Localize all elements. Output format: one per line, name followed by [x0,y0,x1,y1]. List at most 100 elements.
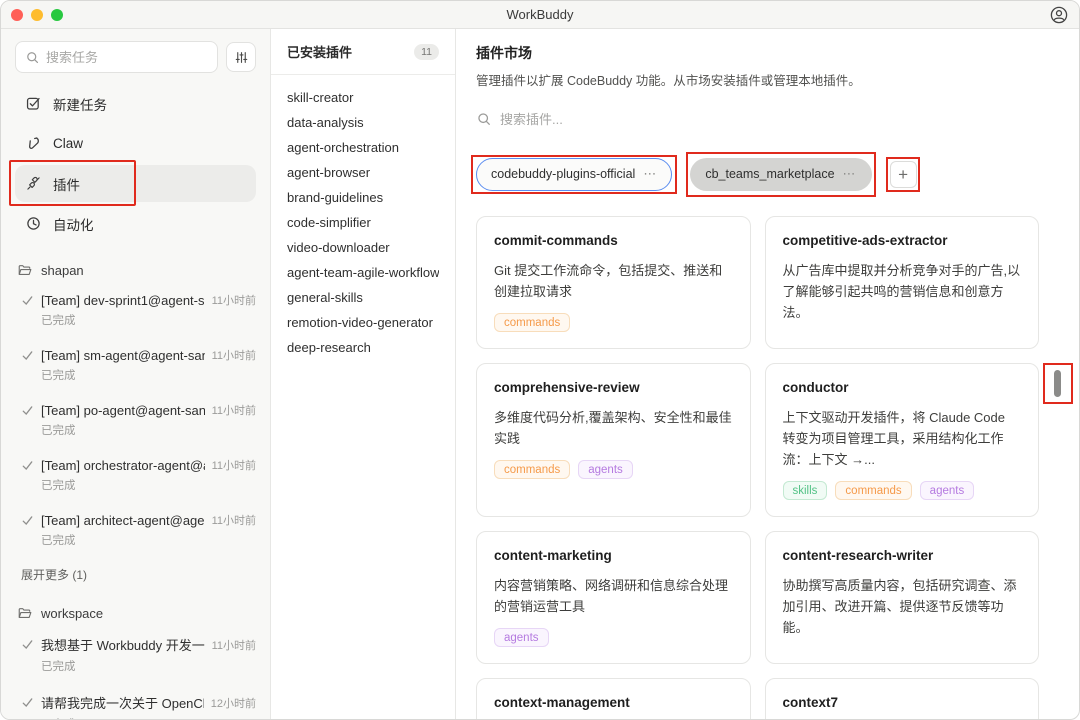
traffic-lights [11,9,63,21]
plugin-card-name: context7 [783,695,1022,710]
more-icon[interactable]: ⋯ [843,166,857,182]
plugin-card[interactable]: comprehensive-review 多维度代码分析,覆盖架构、安全性和最佳… [476,363,751,517]
task-status: 已完成 [41,532,256,548]
tag-agents: agents [920,481,975,500]
folder-icon [17,262,33,278]
installed-plugin-item[interactable]: agent-team-agile-workflow [287,260,439,285]
installed-plugin-item[interactable]: general-skills [287,285,439,310]
task-search-input[interactable] [46,50,208,65]
task-status: 已完成 [41,422,256,438]
plugin-search-box [476,106,1039,132]
task-item[interactable]: [Team] dev-sprint1@agent-sa... 11小时前 已完成 [1,287,270,333]
task-time: 11小时前 [212,457,256,473]
plugin-card-name: comprehensive-review [494,380,733,395]
plugin-search-input[interactable] [500,112,1039,127]
installed-plugin-item[interactable]: deep-research [287,335,439,360]
plugin-card-name: commit-commands [494,233,733,248]
folder-name: shapan [41,263,84,278]
task-item[interactable]: [Team] architect-agent@agent... 11小时前 已完… [1,507,270,553]
sidebar-menu-item[interactable]: 新建任务 [15,85,256,122]
plugin-market: 插件市场 管理插件以扩展 CodeBuddy 功能。从市场安装插件或管理本地插件… [456,29,1079,720]
task-item[interactable]: 请帮我完成一次关于 OpenClaw... 12小时前 已完成 [1,688,270,720]
source-chip[interactable]: cb_teams_marketplace ⋯ [690,158,871,191]
plugin-card-tags: skills commands agents [783,481,1022,500]
search-icon [25,50,40,65]
plugin-icon [25,175,42,192]
sidebar-sections: shapan [Team] dev-sprint1@agent-sa... 11… [1,256,270,720]
minimize-button[interactable] [31,9,43,21]
task-title: [Team] orchestrator-agent@a... [41,458,205,473]
sidebar: 新建任务 Claw 插件 自动化 shapan [1,29,271,720]
task-title: [Team] po-agent@agent-sand... [41,403,205,418]
sidebar-menu-item[interactable]: Claw [15,125,256,162]
filter-button[interactable] [226,42,256,72]
task-item[interactable]: [Team] sm-agent@agent-sand... 11小时前 已完成 [1,342,270,388]
installed-title: 已安装插件 [287,42,352,61]
source-chip[interactable]: codebuddy-plugins-official ⋯ [476,158,672,191]
plugin-card-description: 上下文驱动开发插件，将 Claude Code 转变为项目管理工具，采用结构化工… [783,407,1022,470]
task-time: 12小时前 [211,695,256,711]
sidebar-menu: 新建任务 Claw 插件 自动化 [15,85,256,242]
account-icon[interactable] [1049,5,1069,25]
automation-icon [25,215,42,232]
tag-commands: commands [835,481,911,500]
installed-plugin-item[interactable]: video-downloader [287,235,439,260]
task-title: [Team] dev-sprint1@agent-sa... [41,293,205,308]
more-icon[interactable]: ⋯ [643,166,657,182]
plugin-card-description: 协助撰写高质量内容，包括研究调查、添加引用、改进开篇、提供逐节反馈等功能。 [783,575,1022,638]
folder-row[interactable]: workspace [1,599,270,627]
add-source-button[interactable]: + [890,161,917,188]
check-icon [21,459,34,472]
folder-icon [17,605,33,621]
plugin-card-tags: agents [494,628,733,647]
installed-plugin-item[interactable]: agent-orchestration [287,135,439,160]
sidebar-menu-item[interactable]: 自动化 [15,205,256,242]
plugin-card[interactable]: context-management 上下文持久化、恢复和长期对话管理 comm… [476,678,751,720]
folder-row[interactable]: shapan [1,256,270,284]
expand-more-link[interactable]: 展开更多 (1) [1,562,270,585]
plugin-card[interactable]: competitive-ads-extractor 从广告库中提取并分析竞争对手… [765,216,1040,349]
sidebar-menu-item[interactable]: 插件 [15,165,256,202]
task-item[interactable]: [Team] orchestrator-agent@a... 11小时前 已完成 [1,452,270,498]
task-status: 已完成 [41,716,256,720]
plugin-card[interactable]: content-research-writer 协助撰写高质量内容，包括研究调查… [765,531,1040,664]
check-icon [21,696,34,709]
plugin-card-tags: commands [494,313,733,332]
plugin-card[interactable]: commit-commands Git 提交工作流命令，包括提交、推送和创建拉取… [476,216,751,349]
scrollbar-thumb[interactable] [1054,370,1061,397]
installed-plugin-item[interactable]: brand-guidelines [287,185,439,210]
task-item[interactable]: [Team] po-agent@agent-sand... 11小时前 已完成 [1,397,270,443]
plugin-card-name: context-management [494,695,733,710]
task-time: 11小时前 [212,512,256,528]
plugin-card-description: 从广告库中提取并分析竞争对手的广告,以了解能够引起共鸣的营销信息和创意方法。 [783,260,1022,323]
sidebar-item-label: 新建任务 [53,94,107,114]
plugin-card[interactable]: content-marketing 内容营销策略、网络调研和信息综合处理的营销运… [476,531,751,664]
task-item[interactable]: 我想基于 Workbuddy 开发一个... 11小时前 已完成 [1,630,270,679]
tag-agents: agents [578,460,633,479]
new-task-icon [25,95,42,112]
plugin-card-name: content-research-writer [783,548,1022,563]
plugin-card-name: conductor [783,380,1022,395]
task-status: 已完成 [41,658,256,674]
task-status: 已完成 [41,477,256,493]
tag-commands: commands [494,460,570,479]
plugin-card[interactable]: context7 Upstash Context7 MCP 服务器，用于查找最新… [765,678,1040,720]
installed-plugin-item[interactable]: skill-creator [287,85,439,110]
task-title: [Team] sm-agent@agent-sand... [41,348,205,363]
close-button[interactable] [11,9,23,21]
plugin-card-tags: commands agents [494,460,733,479]
sidebar-item-label: 插件 [53,174,80,194]
installed-plugin-item[interactable]: remotion-video-generator [287,310,439,335]
plugin-card-name: competitive-ads-extractor [783,233,1022,248]
installed-plugin-item[interactable]: agent-browser [287,160,439,185]
installed-plugin-item[interactable]: code-simplifier [287,210,439,235]
source-chips-row: codebuddy-plugins-official ⋯ cb_teams_ma… [476,156,1039,192]
tag-skills: skills [783,481,828,500]
installed-plugin-item[interactable]: data-analysis [287,110,439,135]
plugin-card-description: 内容营销策略、网络调研和信息综合处理的营销运营工具 [494,575,733,617]
filter-icon [234,50,249,65]
plugin-card[interactable]: conductor 上下文驱动开发插件，将 Claude Code 转变为项目管… [765,363,1040,517]
window-title: WorkBuddy [1,7,1079,22]
check-icon [21,349,34,362]
zoom-button[interactable] [51,9,63,21]
